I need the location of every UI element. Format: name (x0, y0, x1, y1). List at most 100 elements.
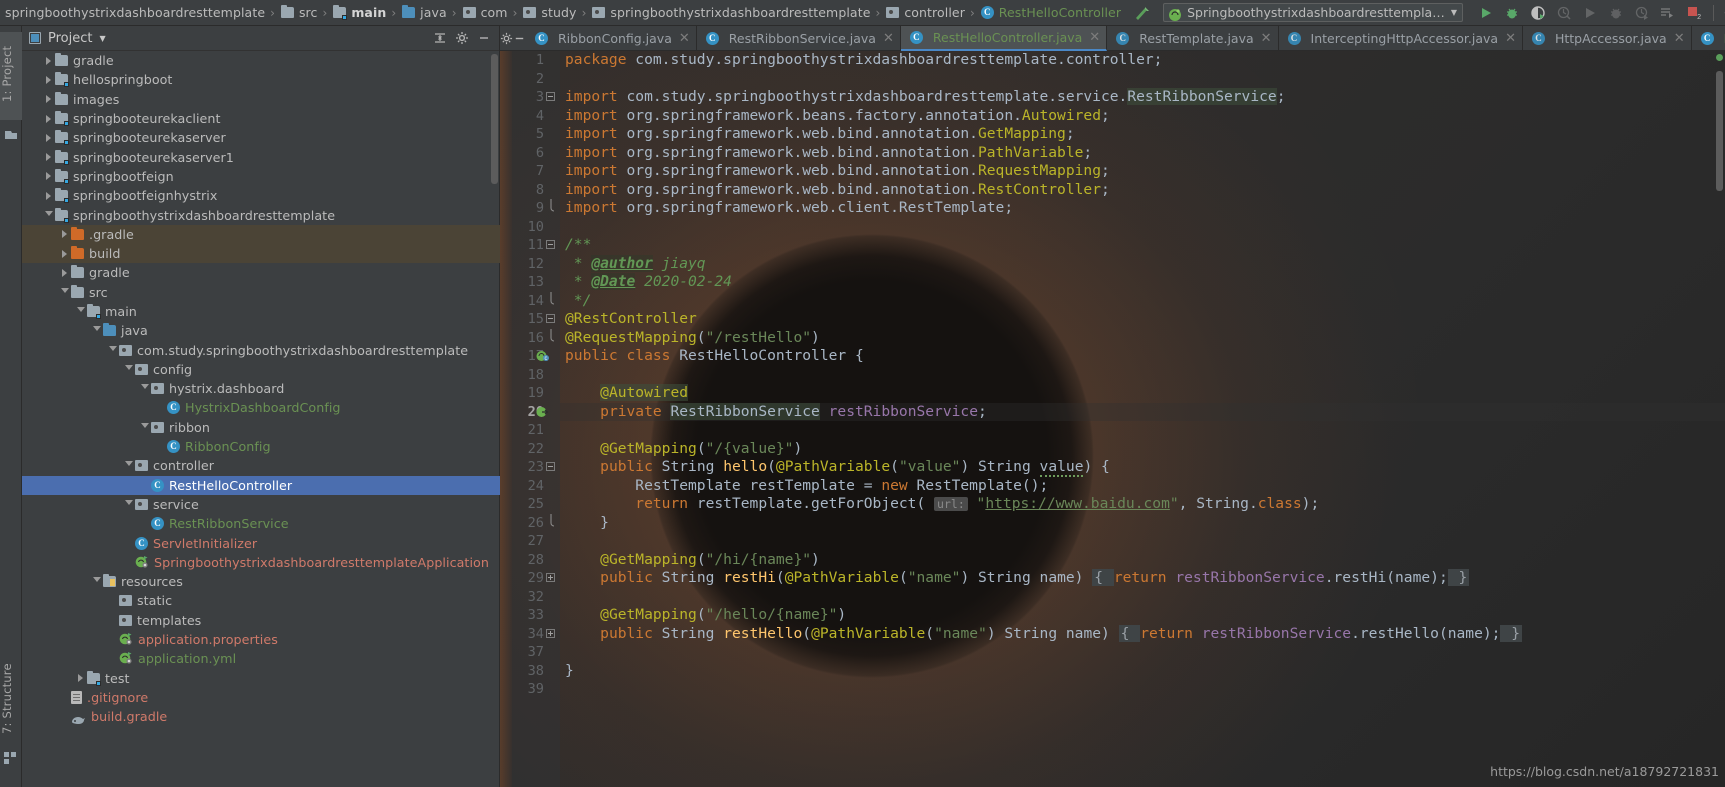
tree-node-templates[interactable]: templates (22, 611, 500, 630)
expand-triangle-icon[interactable] (42, 114, 55, 123)
breadcrumb-item-src[interactable]: src (278, 0, 320, 26)
run-configuration-selector[interactable]: SpringboothystrixdashboardresttemplateAp… (1163, 3, 1464, 22)
implementing-gutter-icon[interactable] (536, 405, 550, 419)
collapse-fold-icon[interactable] (546, 462, 556, 472)
expand-triangle-icon[interactable] (42, 153, 55, 162)
tree-node-hellospringboot[interactable]: hellospringboot (22, 70, 500, 89)
close-icon[interactable]: ✕ (1089, 31, 1100, 44)
expand-triangle-icon[interactable] (58, 230, 71, 239)
close-icon[interactable]: ✕ (679, 32, 690, 45)
project-scrollbar-thumb[interactable] (491, 54, 498, 184)
settings-gear-icon[interactable] (451, 28, 473, 48)
back-arrow-icon[interactable] (1133, 5, 1151, 21)
favorites-grid-icon[interactable] (4, 750, 17, 769)
collapse-triangle-icon[interactable] (122, 499, 135, 509)
expand-triangle-icon[interactable] (42, 133, 55, 142)
fold-end-marker[interactable] (546, 513, 556, 527)
close-icon[interactable]: ✕ (1261, 32, 1272, 45)
breadcrumb-item-java[interactable]: java (399, 0, 449, 26)
tree-node-gradle[interactable]: gradle (22, 263, 500, 282)
tree-node-springbootfeignhystrix[interactable]: springbootfeignhystrix (22, 186, 500, 205)
hide-panel-icon[interactable] (473, 28, 495, 48)
breadcrumb-item-controller[interactable]: controller (883, 0, 967, 26)
collapse-triangle-icon[interactable] (74, 307, 87, 316)
tool-window-structure-tab[interactable]: 7: Structure (0, 653, 22, 745)
breadcrumb-item-study[interactable]: study (520, 0, 578, 26)
collapse-triangle-icon[interactable] (138, 422, 151, 432)
tree-node-application.properties[interactable]: application.properties (22, 630, 500, 649)
collapse-triangle-icon[interactable] (122, 461, 135, 470)
collapse-triangle-icon[interactable] (90, 577, 103, 586)
expand-triangle-icon[interactable] (42, 172, 55, 181)
tree-node-springboothystrixdashboardresttemplate[interactable]: springboothystrixdashboardresttemplate (22, 205, 500, 224)
collapse-fold-icon[interactable] (546, 92, 556, 102)
tree-node-main[interactable]: main (22, 302, 500, 321)
tree-node-images[interactable]: images (22, 90, 500, 109)
tree-node-static[interactable]: static (22, 591, 500, 610)
breadcrumb-item-springboothystrixdashboardresttemplate[interactable]: springboothystrixdashboardresttemplate (2, 0, 267, 26)
collapse-fold-icon[interactable] (546, 240, 556, 250)
tree-node-service[interactable]: service (22, 495, 500, 514)
debug-button[interactable] (1500, 2, 1524, 24)
tree-node-springboothystrixdashboardresttemplateapplication[interactable]: SpringboothystrixdashboardresttemplateAp… (22, 553, 500, 572)
expand-triangle-icon[interactable] (42, 191, 55, 200)
expand-triangle-icon[interactable] (58, 268, 71, 277)
close-icon[interactable]: ✕ (1674, 32, 1685, 45)
tree-node-hystrixdashboardconfig[interactable]: C HystrixDashboardConfig (22, 398, 500, 417)
editor-tab-httpaccessor[interactable]: C HttpAccessor.java ✕ (1523, 26, 1692, 51)
tree-node-ribbon[interactable]: ribbon (22, 418, 500, 437)
expand-fold-icon[interactable] (546, 628, 556, 639)
tree-node-servletinitializer[interactable]: C ServletInitializer (22, 533, 500, 552)
inspection-status-indicator[interactable] (1716, 54, 1723, 61)
breadcrumb-item-springboothystrixdashboardresttemplate[interactable]: springboothystrixdashboardresttemplate (589, 0, 872, 26)
editor-tab-resttemplate[interactable]: C RestTemplate.java ✕ (1107, 26, 1279, 51)
expand-triangle-icon[interactable] (74, 674, 87, 683)
tree-node-build.gradle[interactable]: build.gradle (22, 707, 500, 726)
tree-node-config[interactable]: config (22, 360, 500, 379)
stop-button[interactable]: 2 (1682, 2, 1706, 24)
tree-node-src[interactable]: src (22, 283, 500, 302)
tree-node-.gitignore[interactable]: .gitignore (22, 688, 500, 707)
tree-node-controller[interactable]: controller (22, 456, 500, 475)
expand-fold-icon[interactable] (546, 573, 556, 583)
tree-node-com.study.springboothystrixdashboardresttemplate[interactable]: com.study.springboothystrixdashboardrest… (22, 340, 500, 359)
tree-node-springbootfeign[interactable]: springbootfeign (22, 167, 500, 186)
tree-node-build[interactable]: build (22, 243, 500, 264)
tree-node-hystrix.dashboard[interactable]: hystrix.dashboard (22, 379, 500, 398)
breadcrumb-item-com[interactable]: com (460, 0, 510, 26)
fold-end-marker[interactable] (546, 291, 556, 305)
expand-triangle-icon[interactable] (42, 75, 55, 84)
tree-node-resthellocontroller[interactable]: C RestHelloController (22, 475, 500, 495)
tree-node-restribbonservice[interactable]: C RestRibbonService (22, 514, 500, 533)
collapse-triangle-icon[interactable] (42, 210, 55, 220)
expand-triangle-icon[interactable] (42, 95, 55, 104)
settings-gear-icon[interactable] (500, 26, 513, 50)
editor-tab-hystrixdashbo[interactable]: CHystrixDashbo (1692, 26, 1725, 51)
tool-window-project-tab[interactable]: 1: Project (0, 32, 22, 120)
tree-node-springbooteurekaserver[interactable]: springbooteurekaserver (22, 128, 500, 147)
code-content[interactable]: 1 package com.study.springboothystrixdash… (500, 51, 1725, 787)
run-button[interactable] (1474, 2, 1498, 24)
expand-triangle-icon[interactable] (42, 56, 55, 65)
tree-node-springbooteurekaclient[interactable]: springbooteurekaclient (22, 109, 500, 128)
editor-tab-ribbonconfig[interactable]: C RibbonConfig.java ✕ (526, 26, 697, 51)
collapse-triangle-icon[interactable] (106, 345, 119, 355)
collapse-triangle-icon[interactable] (122, 364, 135, 374)
tree-node-gradle[interactable]: gradle (22, 51, 500, 70)
fold-end-marker[interactable] (546, 199, 556, 212)
close-icon[interactable]: ✕ (883, 32, 894, 45)
tree-node-resources[interactable]: resources (22, 572, 500, 591)
editor-scrollbar-thumb[interactable] (1716, 71, 1723, 191)
editor-tab-restribbonservice[interactable]: C RestRibbonService.java ✕ (697, 26, 901, 51)
breadcrumb-item-resthellocontroller[interactable]: C RestHelloController (978, 0, 1123, 26)
tree-node-application.yml[interactable]: application.yml (22, 649, 500, 668)
tree-node-test[interactable]: test (22, 669, 500, 688)
expand-triangle-icon[interactable] (58, 249, 71, 258)
close-icon[interactable]: ✕ (1505, 32, 1516, 45)
editor-scrollbar[interactable] (1714, 51, 1725, 787)
tree-node-ribbonconfig[interactable]: C RibbonConfig (22, 437, 500, 456)
chevron-down-icon[interactable]: ▼ (99, 34, 105, 43)
tree-node-java[interactable]: java (22, 321, 500, 340)
hide-tabs-icon[interactable] (513, 26, 526, 50)
tree-node-.gradle[interactable]: .gradle (22, 224, 500, 244)
